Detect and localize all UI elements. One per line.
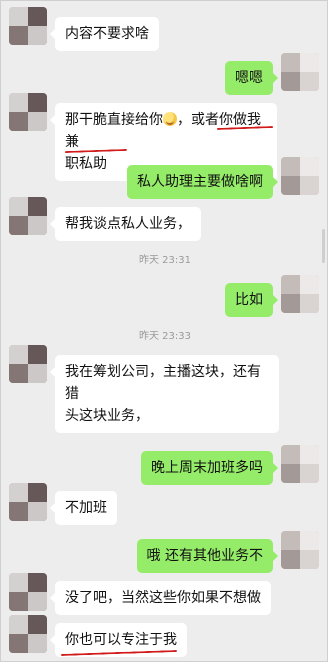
message-text: 不加班 [65, 500, 107, 516]
timestamp: 昨天 23:31 [139, 255, 191, 266]
message-bubble-outgoing[interactable]: 私人助理主要做啥啊 [127, 165, 278, 199]
message-text: 你也可以专注于我 [65, 632, 177, 648]
contact-avatar[interactable] [9, 197, 47, 235]
user-avatar[interactable] [281, 275, 319, 313]
timestamp: 昨天 23:33 [139, 331, 191, 342]
message-bubble-outgoing[interactable]: 哦 还有其他业务不 [136, 539, 279, 573]
message-bubble-outgoing[interactable]: 嗯嗯 [225, 61, 278, 95]
user-avatar[interactable] [281, 531, 319, 569]
message-text: 内容不要求啥 [65, 26, 149, 42]
user-avatar[interactable] [281, 53, 319, 91]
message-bubble-incoming[interactable]: 没了吧，当然这些你如果不想做 [50, 581, 271, 615]
message-line: 我在筹划公司，主播这块，还有猎 [65, 364, 261, 402]
user-avatar[interactable] [281, 445, 319, 483]
message-text: 帮我谈点私人业务， [65, 216, 191, 232]
message-text: 晚上周末加班多吗 [151, 460, 263, 476]
message-text: 没了吧，当然这些你如果不想做 [65, 590, 261, 606]
contact-avatar[interactable] [9, 93, 47, 131]
message-bubble-outgoing[interactable]: 晚上周末加班多吗 [141, 451, 278, 485]
message-text: 嗯嗯 [235, 70, 263, 86]
message-bubble-incoming[interactable]: 我在筹划公司，主播这块，还有猎 头这块业务， [50, 355, 279, 433]
user-avatar[interactable] [281, 157, 319, 195]
message-text: 那干脆直接给你 [65, 112, 163, 128]
message-text: 私人助理主要做啥啊 [137, 174, 263, 190]
chat-window: 内容不要求啥 嗯嗯 那干脆直接给你 ，或者你做我兼 职私助 私人助理主要做啥啊 帮… [0, 0, 328, 662]
message-bubble-incoming[interactable]: 不加班 [50, 491, 117, 525]
message-line: 那干脆直接给你 ，或者你做我兼 [65, 109, 267, 153]
message-bubble-outgoing[interactable]: 比如 [225, 283, 278, 317]
contact-avatar[interactable] [9, 345, 47, 383]
message-line: 头这块业务， [65, 408, 149, 424]
message-text: 比如 [235, 292, 263, 308]
message-bubble-incoming[interactable]: 内容不要求啥 [50, 17, 159, 51]
emoji-face-icon [163, 112, 177, 126]
contact-avatar[interactable] [9, 573, 47, 611]
message-text: 哦 还有其他业务不 [146, 548, 263, 564]
contact-avatar[interactable] [9, 615, 47, 653]
contact-avatar[interactable] [9, 483, 47, 521]
contact-avatar[interactable] [9, 7, 47, 45]
message-bubble-incoming[interactable]: 帮我谈点私人业务， [50, 207, 201, 241]
